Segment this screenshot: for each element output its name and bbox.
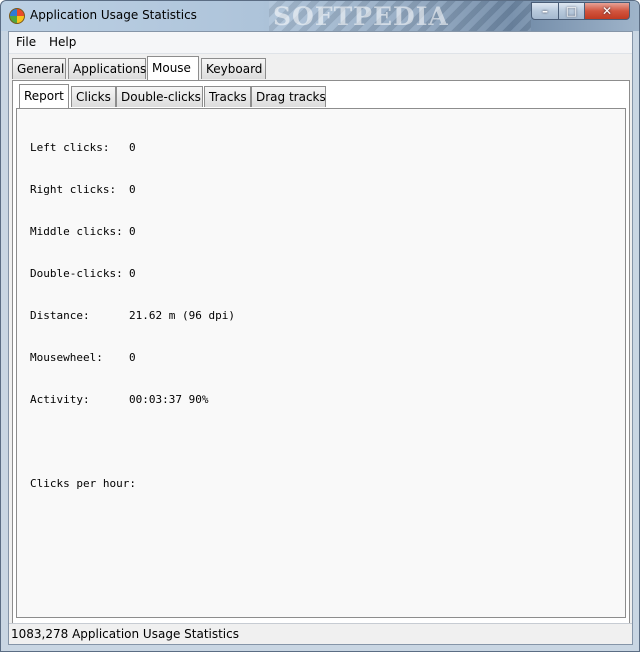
report-text: Left clicks: 0 Right clicks: 0 Middle clic… xyxy=(30,113,235,519)
status-text: 1083,278 Application Usage Statistics xyxy=(11,627,239,641)
report-label: Mousewheel: xyxy=(30,351,103,364)
report-row: Mousewheel: 0 xyxy=(30,351,136,365)
app-icon[interactable] xyxy=(9,8,25,24)
maximize-button[interactable]: □ xyxy=(558,2,585,20)
status-bar: 1083,278 Application Usage Statistics xyxy=(9,623,632,644)
minimize-button[interactable]: – xyxy=(531,2,559,20)
report-value: 0 xyxy=(129,141,136,154)
subtab-tracks[interactable]: Tracks xyxy=(204,86,251,107)
report-value: 0 xyxy=(129,225,136,238)
report-value: 0 xyxy=(129,183,136,196)
tab-general[interactable]: General xyxy=(12,58,66,79)
clicks-per-hour-label: Clicks per hour: xyxy=(30,477,136,490)
report-label: Middle clicks: xyxy=(30,225,123,238)
report-label: Distance: xyxy=(30,309,90,322)
tab-applications[interactable]: Applications xyxy=(68,58,146,79)
watermark-text: SOFTPEDIA xyxy=(273,2,449,31)
menu-file[interactable]: File xyxy=(16,35,36,49)
report-value: 21.62 m (96 dpi) xyxy=(129,309,235,322)
report-row: Middle clicks: 0 xyxy=(30,225,136,239)
tab-keyboard[interactable]: Keyboard xyxy=(201,58,266,79)
report-row: Distance: 21.62 m (96 dpi) xyxy=(30,309,235,323)
subtab-double-clicks[interactable]: Double-clicks xyxy=(116,86,203,107)
tab-mouse[interactable]: Mouse xyxy=(147,56,199,80)
subtab-drag-tracks[interactable]: Drag tracks xyxy=(251,86,326,107)
menu-bar: File Help xyxy=(9,32,632,54)
report-panel: Left clicks: 0 Right clicks: 0 Middle clic… xyxy=(16,108,626,618)
report-label: Double-clicks: xyxy=(30,267,123,280)
close-button[interactable]: ✕ xyxy=(584,2,630,20)
report-row: Double-clicks: 0 xyxy=(30,267,136,281)
report-label: Left clicks: xyxy=(30,141,110,154)
subtab-clicks[interactable]: Clicks xyxy=(71,86,116,107)
title-bar[interactable]: SOFTPEDIA Application Usage Statistics –… xyxy=(1,1,639,31)
report-label: Right clicks: xyxy=(30,183,117,196)
maximize-icon: □ xyxy=(565,4,578,18)
report-row: Right clicks: 0 xyxy=(30,183,136,197)
report-row: Activity: 00:03:37 90% xyxy=(30,393,208,407)
mouse-tab-panel: Report Clicks Double-clicks Tracks Drag … xyxy=(12,80,630,643)
close-icon: ✕ xyxy=(601,4,613,18)
minimize-icon: – xyxy=(542,4,548,18)
report-value: 0 xyxy=(129,351,136,364)
client-area: File Help General Applications Mouse Key… xyxy=(8,31,633,645)
report-value: 00:03:37 90% xyxy=(129,393,209,406)
subtab-report[interactable]: Report xyxy=(19,84,69,108)
report-value: 0 xyxy=(129,267,136,280)
report-label: Activity: xyxy=(30,393,90,406)
window-title: Application Usage Statistics xyxy=(30,8,197,22)
app-window: SOFTPEDIA Application Usage Statistics –… xyxy=(0,0,640,652)
report-row: Left clicks: 0 xyxy=(30,141,136,155)
menu-help[interactable]: Help xyxy=(49,35,76,49)
